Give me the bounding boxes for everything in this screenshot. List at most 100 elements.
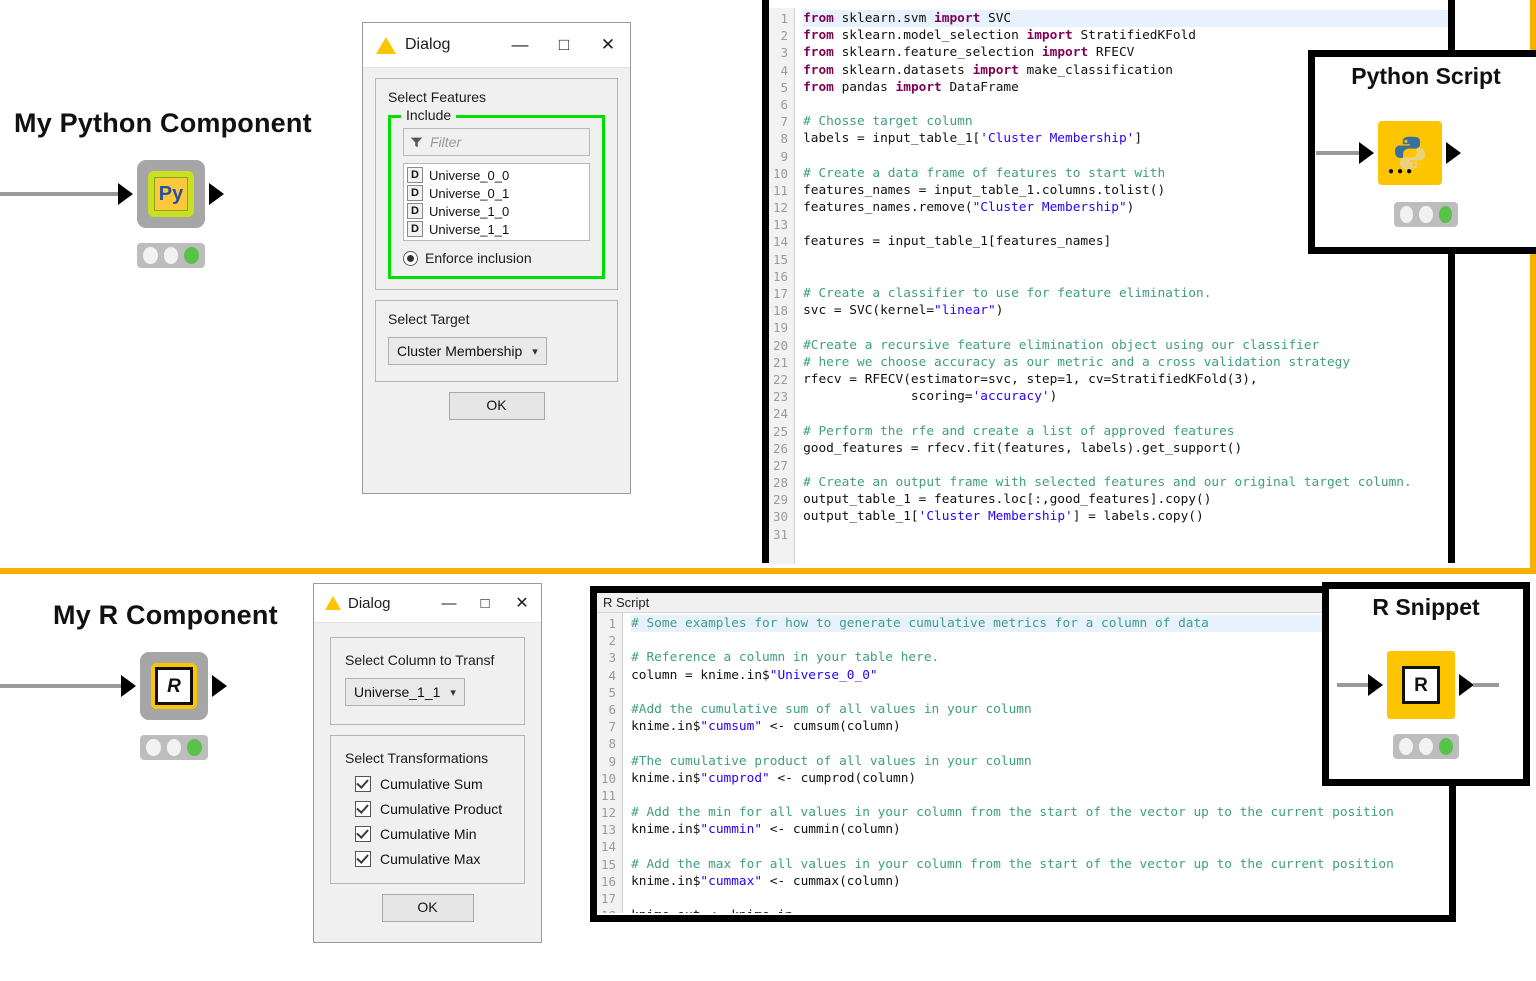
checkbox-checked-icon	[355, 826, 371, 842]
enforce-inclusion-radio[interactable]: Enforce inclusion	[403, 250, 590, 266]
close-icon[interactable]: ✕	[586, 23, 630, 67]
status-dot-idle-1	[1399, 738, 1413, 755]
datatype-icon: D	[407, 203, 423, 219]
datatype-icon: D	[407, 167, 423, 183]
select-transformations-label: Select Transformations	[345, 750, 489, 766]
column-name: Universe_0_0	[429, 167, 510, 183]
target-column-value: Cluster Membership	[397, 343, 523, 359]
status-dot-executed	[1439, 738, 1453, 755]
column-name: Universe_1_1	[429, 221, 510, 237]
select-transformations-panel: Select Transformations Cumulative Sum Cu…	[330, 735, 525, 884]
minimize-button[interactable]: —	[498, 23, 542, 67]
r-component-dialog[interactable]: Dialog — □ ✕ Select Column to Transf Uni…	[313, 583, 542, 943]
list-item[interactable]: D Universe_0_0	[407, 166, 586, 184]
dialog-titlebar: Dialog — □ ✕	[314, 584, 541, 623]
checkbox-label: Cumulative Product	[380, 801, 503, 817]
status-dot-idle-1	[143, 247, 158, 264]
status-dot-idle-2	[163, 247, 179, 264]
output-port-arrow	[1446, 142, 1461, 164]
column-name: Universe_1_0	[429, 203, 510, 219]
minimize-button[interactable]: —	[431, 584, 467, 622]
input-wire	[1316, 151, 1362, 155]
status-dot-executed	[187, 739, 203, 756]
select-column-panel: Select Column to Transf Universe_1_1 ▾	[330, 637, 525, 725]
python-script-node-box[interactable]: Python Script ●●●	[1308, 50, 1536, 254]
python-component-node[interactable]: Py	[0, 160, 224, 228]
r-line-numbers: 123456789101112131415161718	[597, 613, 624, 913]
input-port-arrow	[118, 183, 133, 205]
datatype-icon: D	[407, 221, 423, 237]
radio-button-icon	[403, 250, 418, 266]
status-dot-executed	[1438, 206, 1452, 223]
select-target-panel: Select Target Cluster Membership ▾	[375, 300, 618, 382]
r-snippet-status	[1393, 734, 1459, 759]
list-item[interactable]: D Universe_1_0	[407, 202, 586, 220]
node-menu-dots-icon: ●●●	[1388, 166, 1416, 177]
python-component-dialog[interactable]: Dialog — □ ✕ Select Features Include Fil…	[362, 22, 631, 494]
list-item[interactable]: D Universe_1_1	[407, 220, 586, 238]
input-port-arrow	[1359, 142, 1374, 164]
funnel-icon	[410, 137, 423, 147]
r-node-inner: R	[151, 663, 197, 709]
ok-button[interactable]: OK	[381, 894, 474, 922]
select-column-label: Select Column to Transf	[345, 652, 495, 668]
output-port-arrow	[212, 675, 227, 697]
ok-button[interactable]: OK	[448, 392, 545, 420]
python-script-node[interactable]: ●●●	[1316, 121, 1461, 185]
python-line-numbers: 1 2 3 4 5 6 7 8 9 10 11 12 13 14 15 16 17 18 19 20 21 22 23 24 2…	[769, 8, 796, 564]
close-icon[interactable]: ✕	[503, 584, 541, 622]
checkbox-label: Cumulative Max	[380, 851, 481, 867]
checkbox-cumulative-min[interactable]: Cumulative Min	[355, 826, 510, 842]
include-legend: Include	[401, 107, 457, 123]
checkbox-cumulative-max[interactable]: Cumulative Max	[355, 851, 510, 867]
output-port-arrow	[1459, 674, 1474, 696]
r-logo-icon: R	[1402, 666, 1440, 704]
output-wire	[1473, 683, 1499, 687]
column-select[interactable]: Universe_1_1 ▾	[345, 678, 465, 706]
r-snippet-node-box[interactable]: R Snippet R	[1322, 582, 1530, 786]
python-py-icon: Py	[154, 177, 188, 211]
python-component-title: My Python Component	[14, 108, 312, 138]
knime-triangle-icon	[376, 36, 396, 54]
checkbox-checked-icon	[355, 801, 371, 817]
select-features-label: Select Features	[388, 89, 487, 105]
input-wire	[0, 192, 120, 196]
status-dot-executed	[184, 247, 200, 264]
column-name: Universe_0_1	[429, 185, 510, 201]
select-features-panel: Select Features Include Filter D Univers…	[375, 78, 618, 290]
maximize-button[interactable]: □	[467, 584, 503, 622]
chevron-down-icon: ▾	[450, 686, 456, 699]
dialog-title-text: Dialog	[405, 36, 451, 53]
python-component-status	[137, 243, 205, 268]
dialog-titlebar: Dialog — □ ✕	[363, 23, 630, 68]
enforce-inclusion-label: Enforce inclusion	[425, 250, 532, 266]
checkbox-cumulative-sum[interactable]: Cumulative Sum	[355, 776, 510, 792]
checkbox-checked-icon	[355, 851, 371, 867]
r-snippet-node[interactable]: R	[1337, 651, 1499, 719]
r-component-status	[140, 735, 208, 760]
target-column-select[interactable]: Cluster Membership ▾	[388, 337, 547, 365]
dialog-body: Select Column to Transf Universe_1_1 ▾ S…	[314, 623, 541, 934]
r-component-title: My R Component	[53, 600, 278, 630]
status-dot-idle-1	[1400, 206, 1414, 223]
input-port-arrow	[121, 675, 136, 697]
filter-input[interactable]: Filter	[403, 128, 590, 156]
status-dot-idle-1	[146, 739, 161, 756]
list-item[interactable]: D Universe_0_1	[407, 184, 586, 202]
chevron-down-icon: ▾	[532, 345, 538, 358]
maximize-button[interactable]: □	[542, 23, 586, 67]
dialog-body: Select Features Include Filter D Univers…	[363, 68, 630, 432]
status-dot-idle-2	[1419, 206, 1433, 223]
knime-triangle-icon	[325, 596, 341, 610]
r-component-node[interactable]: R	[0, 652, 227, 720]
r-logo-icon: R	[155, 667, 193, 705]
checkbox-cumulative-product[interactable]: Cumulative Product	[355, 801, 510, 817]
status-dot-idle-2	[1419, 738, 1433, 755]
checkbox-checked-icon	[355, 776, 371, 792]
include-group: Include Filter D Universe_0_0 D Universe…	[388, 107, 605, 279]
dialog-title-text: Dialog	[348, 594, 391, 612]
column-list[interactable]: D Universe_0_0 D Universe_0_1 D Universe…	[403, 163, 590, 241]
filter-placeholder: Filter	[430, 134, 462, 150]
datatype-icon: D	[407, 185, 423, 201]
status-dot-idle-2	[166, 739, 182, 756]
